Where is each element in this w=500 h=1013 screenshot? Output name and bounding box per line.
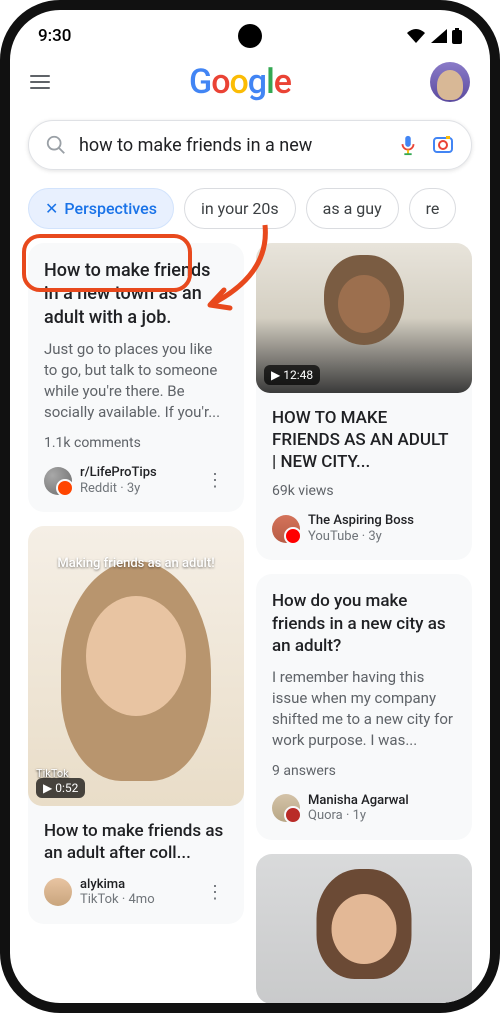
source-name: The Aspiring Boss bbox=[308, 513, 456, 529]
close-icon[interactable]: ✕ bbox=[45, 199, 58, 218]
result-card-youtube[interactable]: ▶ 12:48 HOW TO MAKE FRIENDS AS AN ADULT … bbox=[256, 243, 472, 560]
card-title: How do you make friends in a new city as… bbox=[272, 590, 456, 656]
filter-chips-row[interactable]: ✕ Perspectives in your 20s as a guy re bbox=[10, 180, 490, 243]
tiktok-avatar-icon bbox=[44, 878, 72, 906]
chip-label: in your 20s bbox=[201, 199, 279, 218]
video-thumbnail[interactable]: ▶ 12:48 bbox=[256, 243, 472, 393]
card-title: How to make friends in a new town as an … bbox=[44, 259, 228, 329]
results-col-right: ▶ 12:48 HOW TO MAKE FRIENDS AS AN ADULT … bbox=[256, 243, 472, 1004]
thumb-caption: Making friends as an adult! bbox=[28, 556, 244, 571]
result-card-partial[interactable] bbox=[256, 854, 472, 1004]
app-header: Google bbox=[10, 54, 490, 110]
wifi-icon bbox=[406, 28, 426, 44]
more-options-button[interactable]: ⋮ bbox=[202, 882, 228, 903]
camera-notch bbox=[238, 24, 262, 48]
card-body: I remember having this issue when my com… bbox=[272, 667, 456, 751]
card-footer: The Aspiring Boss YouTube · 3y bbox=[272, 513, 456, 544]
chip-as-a-guy[interactable]: as a guy bbox=[306, 188, 399, 229]
duration-badge: ▶ 0:52 bbox=[36, 778, 85, 798]
chip-label: as a guy bbox=[323, 199, 382, 218]
search-bar[interactable]: how to make friends in a new bbox=[28, 120, 472, 170]
google-logo[interactable]: Google bbox=[189, 62, 291, 102]
menu-button[interactable] bbox=[30, 75, 50, 89]
status-time: 9:30 bbox=[38, 26, 71, 46]
profile-avatar[interactable] bbox=[430, 62, 470, 102]
phone-frame: 9:30 Google how to make friends in a new… bbox=[0, 0, 500, 1013]
source-sub: YouTube · 3y bbox=[308, 529, 456, 545]
source-sub: Reddit · 3y bbox=[80, 481, 194, 497]
reddit-avatar-icon bbox=[44, 467, 72, 495]
card-meta: 9 answers bbox=[272, 763, 456, 779]
youtube-avatar-icon bbox=[272, 515, 300, 543]
card-footer: r/LifeProTips Reddit · 3y ⋮ bbox=[44, 465, 228, 496]
results-col-left: How to make friends in a new town as an … bbox=[28, 243, 244, 1004]
video-thumbnail[interactable] bbox=[256, 854, 472, 1004]
chip-label: re bbox=[426, 199, 440, 218]
card-meta: 69k views bbox=[272, 483, 456, 499]
result-card-reddit[interactable]: How to make friends in a new town as an … bbox=[28, 243, 244, 512]
chip-perspectives[interactable]: ✕ Perspectives bbox=[28, 188, 174, 229]
card-body: Just go to places you like to go, but ta… bbox=[44, 339, 228, 423]
search-icon bbox=[45, 134, 67, 156]
lens-icon[interactable] bbox=[431, 133, 455, 157]
card-title: HOW TO MAKE FRIENDS AS AN ADULT | NEW CI… bbox=[272, 407, 456, 473]
chip-label: Perspectives bbox=[64, 199, 157, 218]
chip-partial[interactable]: re bbox=[409, 188, 457, 229]
chip-in-your-20s[interactable]: in your 20s bbox=[184, 188, 296, 229]
video-thumbnail[interactable]: Making friends as an adult! TikTok ▶ 0:5… bbox=[28, 526, 244, 806]
results-grid[interactable]: How to make friends in a new town as an … bbox=[10, 243, 490, 1004]
result-card-tiktok[interactable]: Making friends as an adult! TikTok ▶ 0:5… bbox=[28, 526, 244, 923]
more-options-button[interactable]: ⋮ bbox=[202, 470, 228, 491]
duration-badge: ▶ 12:48 bbox=[264, 365, 320, 385]
source-name: Manisha Agarwal bbox=[308, 793, 456, 809]
card-meta: 1.1k comments bbox=[44, 435, 228, 451]
search-input[interactable]: how to make friends in a new bbox=[79, 135, 385, 156]
source-name: alykima bbox=[80, 877, 194, 893]
mic-icon[interactable] bbox=[397, 134, 419, 156]
card-footer: Manisha Agarwal Quora · 1y bbox=[272, 793, 456, 824]
quora-avatar-icon bbox=[272, 794, 300, 822]
card-title: How to make friends as an adult after co… bbox=[44, 820, 228, 864]
source-sub: Quora · 1y bbox=[308, 808, 456, 824]
source-name: r/LifeProTips bbox=[80, 465, 194, 481]
signal-icon bbox=[430, 28, 448, 44]
battery-icon bbox=[452, 28, 462, 44]
source-sub: TikTok · 4mo bbox=[80, 892, 194, 908]
result-card-quora[interactable]: How do you make friends in a new city as… bbox=[256, 574, 472, 839]
card-footer: alykima TikTok · 4mo ⋮ bbox=[44, 877, 228, 908]
